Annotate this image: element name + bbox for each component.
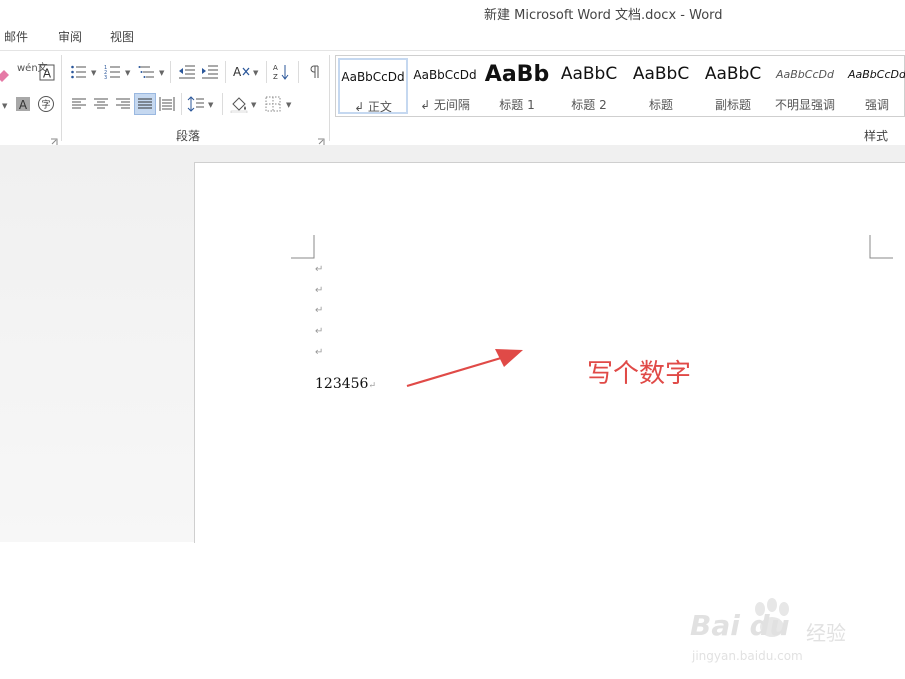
- separator: [222, 93, 223, 115]
- chevron-down-icon[interactable]: ▼: [208, 101, 213, 109]
- chevron-down-icon[interactable]: ▼: [2, 102, 7, 110]
- separator: [298, 61, 299, 83]
- borders-icon[interactable]: [264, 95, 282, 113]
- svg-text:A: A: [19, 98, 28, 112]
- style-name: 不明显强调: [774, 98, 835, 112]
- svg-text:3: 3: [104, 75, 107, 81]
- style-name: 副标题: [714, 98, 751, 112]
- paragraph-mark: ↵: [315, 326, 324, 337]
- watermark-url: jingyan.baidu.com: [692, 649, 803, 663]
- align-left-icon[interactable]: [70, 95, 88, 113]
- style-preview: AaBb: [484, 62, 550, 87]
- style-subtitle[interactable]: AaBbC 副标题: [698, 58, 768, 114]
- tab-review[interactable]: 审阅: [58, 28, 82, 45]
- decrease-indent-icon[interactable]: [178, 63, 196, 81]
- character-shading-icon[interactable]: A: [14, 95, 32, 113]
- style-preview: AaBbCcDd: [848, 68, 905, 81]
- document-workspace[interactable]: ↵ ↵ ↵ ↵ ↵ 123456↵ 写个数字 Bai du 经验 jingyan…: [0, 145, 905, 663]
- margin-corner-top-left: [291, 235, 315, 259]
- paragraph-mark: ↵: [368, 381, 376, 391]
- distributed-icon[interactable]: [158, 95, 176, 113]
- style-name: 标题: [648, 98, 673, 112]
- show-formatting-marks-icon[interactable]: [305, 63, 323, 81]
- shading-paint-bucket-icon[interactable]: [230, 95, 248, 113]
- chevron-down-icon[interactable]: ▼: [91, 69, 96, 77]
- paragraph-mark: ↵: [315, 285, 324, 296]
- multilevel-list-icon[interactable]: [138, 63, 156, 81]
- style-no-spacing[interactable]: AaBbCcDd ↲ 无间隔: [410, 58, 480, 114]
- style-preview: AaBbCcDd: [341, 70, 405, 84]
- eraser-icon[interactable]: [0, 65, 12, 83]
- font-dialog-launcher-icon[interactable]: [50, 131, 58, 145]
- align-center-icon[interactable]: [92, 95, 110, 113]
- separator: [225, 61, 226, 83]
- style-normal[interactable]: AaBbCcDd ↲ 正文: [338, 58, 408, 114]
- style-preview: AaBbC: [632, 64, 690, 84]
- style-name: ↲ 正文: [354, 100, 392, 114]
- sort-icon[interactable]: AZ: [273, 63, 291, 81]
- style-preview: AaBbC: [560, 64, 618, 84]
- paragraph-dialog-launcher-icon[interactable]: [317, 131, 325, 145]
- svg-text:Z: Z: [273, 73, 278, 81]
- group-separator: [61, 55, 62, 141]
- justify-icon[interactable]: [134, 93, 156, 115]
- svg-text:A: A: [43, 67, 52, 81]
- ribbon-tabs: 邮件 审阅 视图: [0, 24, 905, 50]
- paragraph-group-label: 段落: [176, 129, 201, 143]
- separator: [170, 61, 171, 83]
- watermark-logo: Bai du: [690, 609, 790, 642]
- watermark: Bai du 经验 jingyan.baidu.com: [690, 595, 870, 675]
- style-emphasis[interactable]: AaBbCcDd 强调: [842, 58, 905, 114]
- chevron-down-icon[interactable]: ▼: [159, 69, 164, 77]
- separator: [181, 93, 182, 115]
- group-separator: [329, 55, 330, 141]
- tab-view[interactable]: 视图: [110, 28, 134, 45]
- style-heading-1[interactable]: AaBb 标题 1: [482, 58, 552, 114]
- bullets-icon[interactable]: [70, 63, 88, 81]
- style-subtle-emphasis[interactable]: AaBbCcDd 不明显强调: [770, 58, 840, 114]
- styles-group-label: 样式: [864, 129, 889, 143]
- typed-number: 123456: [315, 376, 369, 392]
- line-spacing-icon[interactable]: [187, 95, 205, 113]
- character-border-icon[interactable]: A: [38, 64, 56, 82]
- paragraph-mark: ↵: [315, 264, 324, 275]
- style-name: 强调: [864, 98, 889, 112]
- align-right-icon[interactable]: [114, 95, 132, 113]
- style-preview: AaBbCcDd: [413, 68, 477, 82]
- enclose-characters-icon[interactable]: 字: [37, 95, 55, 113]
- ribbon: wén文 A ▼ A 字 ▼ 123 ▼ ▼ A ▼ AZ ▼ ▼ ▼ 段落 A…: [0, 50, 905, 146]
- style-name: 标题 2: [571, 98, 607, 112]
- red-arrow-icon: [406, 349, 523, 388]
- watermark-brand: 经验: [806, 621, 846, 645]
- margin-corner-top-right: [869, 235, 893, 259]
- chevron-down-icon[interactable]: ▼: [251, 101, 256, 109]
- svg-text:A: A: [233, 65, 242, 79]
- styles-gallery: AaBbCcDd ↲ 正文 AaBbCcDd ↲ 无间隔 AaBb 标题 1 A…: [335, 55, 905, 117]
- style-title[interactable]: AaBbC 标题: [626, 58, 696, 114]
- phonetic-guide-icon[interactable]: wén文: [17, 64, 48, 74]
- increase-indent-icon[interactable]: [201, 63, 219, 81]
- document-page[interactable]: ↵ ↵ ↵ ↵ ↵ 123456↵ 写个数字: [194, 162, 905, 543]
- svg-text:A: A: [273, 64, 278, 72]
- paragraph-mark: ↵: [315, 347, 324, 358]
- title-bar: 新建 Microsoft Word 文档.docx - Word: [0, 0, 905, 24]
- chevron-down-icon[interactable]: ▼: [125, 69, 130, 77]
- chevron-down-icon[interactable]: ▼: [253, 69, 258, 77]
- separator: [266, 61, 267, 83]
- style-name: ↲ 无间隔: [420, 98, 470, 112]
- chevron-down-icon[interactable]: ▼: [286, 101, 291, 109]
- tab-mailings[interactable]: 邮件: [4, 28, 28, 45]
- annotation-text: 写个数字: [587, 359, 692, 389]
- style-preview: AaBbCcDd: [776, 68, 834, 81]
- svg-text:字: 字: [41, 99, 50, 111]
- style-preview: AaBbC: [704, 64, 762, 84]
- document-text-line[interactable]: 123456↵: [315, 376, 376, 392]
- style-heading-2[interactable]: AaBbC 标题 2: [554, 58, 624, 114]
- asian-layout-icon[interactable]: A: [232, 63, 250, 81]
- paragraph-mark: ↵: [315, 305, 324, 316]
- style-name: 标题 1: [499, 98, 535, 112]
- window-title: 新建 Microsoft Word 文档.docx - Word: [484, 8, 723, 23]
- numbering-icon[interactable]: 123: [104, 63, 122, 81]
